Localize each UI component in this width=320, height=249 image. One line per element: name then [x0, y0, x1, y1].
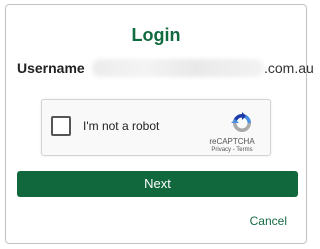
username-label: Username — [17, 60, 85, 76]
recaptcha-logo-icon — [231, 112, 251, 132]
username-value: .com.au — [92, 57, 314, 79]
username-domain-suffix: .com.au — [264, 60, 314, 76]
recaptcha-checkbox[interactable] — [51, 116, 71, 136]
recaptcha-widget: I'm not a robot reCAPTCHA Privacy - Term… — [41, 99, 271, 156]
recaptcha-links: Privacy - Terms — [202, 147, 262, 154]
page-title: Login — [131, 25, 181, 45]
next-button[interactable]: Next — [17, 171, 298, 197]
login-panel: Login Username .com.au I'm not a robot r… — [5, 4, 314, 244]
recaptcha-brand: reCAPTCHA — [209, 137, 255, 146]
recaptcha-label: I'm not a robot — [83, 119, 160, 133]
cancel-link[interactable]: Cancel — [250, 214, 287, 228]
recaptcha-terms-link[interactable]: Terms — [236, 147, 252, 153]
username-redacted-blur — [92, 59, 264, 77]
recaptcha-privacy-link[interactable]: Privacy — [211, 147, 231, 153]
